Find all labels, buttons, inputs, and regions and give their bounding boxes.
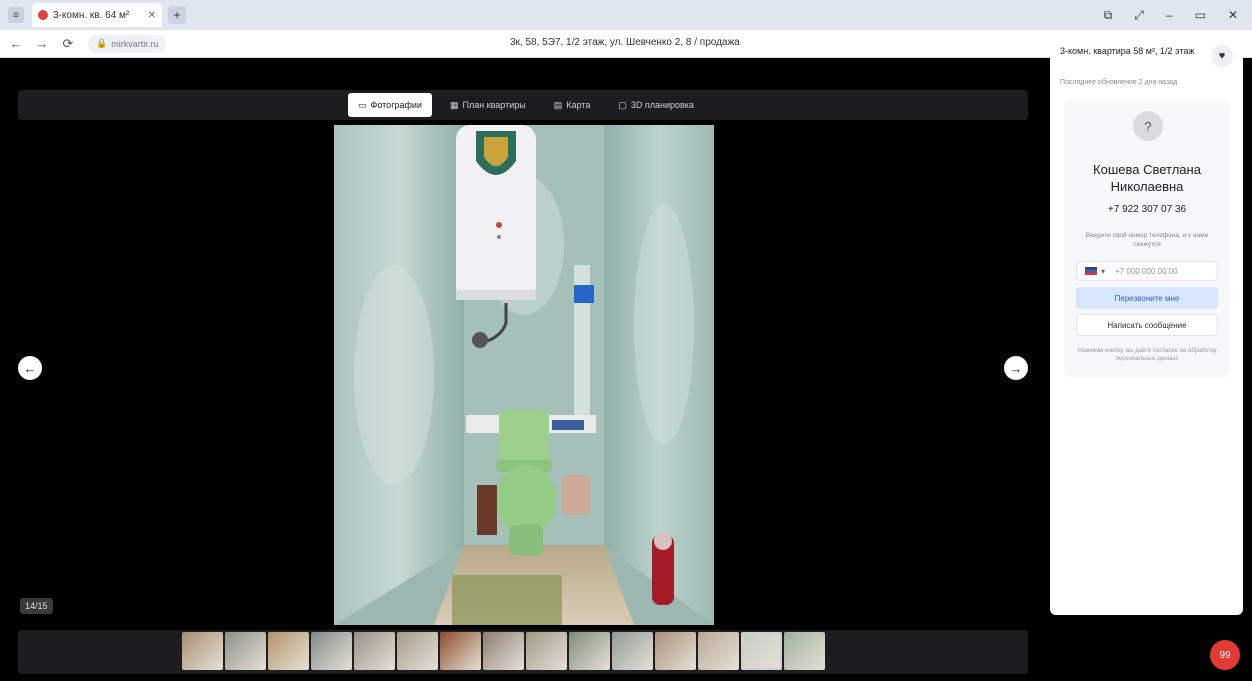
main-photo[interactable] (334, 125, 714, 625)
tab-close-icon[interactable]: ✕ (148, 10, 156, 21)
browser-menu-icon[interactable]: ≡ (8, 7, 24, 23)
thumbnail-image[interactable] (440, 632, 481, 670)
map-icon: ▤ (553, 99, 563, 110)
agent-avatar: ? (1133, 111, 1163, 141)
thumbnail-image[interactable] (268, 632, 309, 670)
chevron-down-icon[interactable]: ▾ (1101, 267, 1105, 276)
browser-tab[interactable]: 3-комн. кв. 64 м² ✕ (32, 3, 162, 27)
agent-name: Кошева Светлана Николаевна (1093, 162, 1201, 194)
thumbnail-image[interactable] (569, 632, 610, 670)
tab-map[interactable]: ▤ Карта (544, 93, 601, 117)
minimize-button[interactable]: – (1166, 8, 1173, 23)
close-window-button[interactable]: ✕ (1228, 8, 1238, 23)
listing-updated: Последнее обновление 2 дня назад (1060, 79, 1178, 86)
thumbnail-image[interactable] (612, 632, 653, 670)
favorite-heart-icon[interactable]: ♥ (1211, 45, 1233, 67)
thumbnail-strip (18, 630, 1028, 674)
agent-contact-card: ? Кошева Светлана Николаевна +7 922 307 … (1064, 101, 1230, 377)
tab-title: 3-комн. кв. 64 м² (53, 9, 130, 21)
thumbnail-image[interactable] (698, 632, 739, 670)
tab-floor-plan[interactable]: ▦ План квартиры (440, 93, 536, 117)
listing-side-panel: 3-комн. квартира 58 м², 1/2 этаж Последн… (1050, 31, 1243, 615)
site-label: mirkvartir.ru (111, 38, 159, 49)
callback-button[interactable]: Перезвоните мне (1076, 287, 1218, 309)
window-control-1[interactable]: ⧉ (1104, 8, 1113, 23)
back-icon[interactable]: ← (6, 36, 26, 51)
thumbnail-image[interactable] (741, 632, 782, 670)
thumbnail-image[interactable] (225, 632, 266, 670)
tab-photos[interactable]: ▭ Фотографии (348, 93, 432, 117)
plan-icon: ▦ (449, 99, 459, 110)
maximize-button[interactable]: ▭ (1195, 8, 1206, 23)
site-info[interactable]: 🔒 mirkvartir.ru (88, 34, 167, 53)
listing-title: 3-комн. квартира 58 м², 1/2 этаж (1060, 46, 1195, 56)
thumbnail-image[interactable] (311, 632, 352, 670)
country-flag-icon[interactable] (1085, 267, 1097, 275)
favicon-icon (38, 10, 48, 20)
tab-label: Фотографии (370, 100, 422, 110)
photo-counter: 14/15 (20, 598, 53, 614)
tab-label: 3D планировка (630, 100, 694, 110)
browser-tabbar: ≡ 3-комн. кв. 64 м² ✕ + ⧉ ⤢ – ▭ ✕ (0, 0, 1252, 30)
tab-label: План квартиры (462, 100, 526, 110)
tab-3d-plan[interactable]: ▢ 3D планировка (608, 93, 704, 117)
window-controls: ⧉ ⤢ – ▭ ✕ (1104, 8, 1238, 23)
thumbnail-image[interactable] (784, 632, 825, 670)
previous-photo-button[interactable]: ← (18, 356, 42, 380)
forward-icon[interactable]: → (32, 36, 52, 51)
thumbnail-image[interactable] (397, 632, 438, 670)
thumbnail-image[interactable] (354, 632, 395, 670)
window-control-2[interactable]: ⤢ (1134, 8, 1144, 23)
agent-phone[interactable]: +7 922 307 07 36 (1064, 204, 1230, 215)
thumbnail-list (182, 632, 825, 670)
callback-note: Введите свой номер телефона, и с вами св… (1085, 232, 1209, 248)
thumbnail-image[interactable] (483, 632, 524, 670)
new-tab-button[interactable]: + (168, 6, 186, 24)
legal-text: Нажимая кнопку, вы даёте согласие на обр… (1077, 348, 1217, 362)
phone-input[interactable]: +7 000 000 00 00 (1115, 267, 1178, 276)
next-photo-button[interactable]: → (1004, 356, 1028, 380)
bathroom-photo-illustration (334, 125, 714, 625)
write-message-button[interactable]: Написать сообщение (1076, 314, 1218, 336)
thumbnail-image[interactable] (655, 632, 696, 670)
url-text[interactable]: 3к, 58, 5Э7, 1/2 этаж, ул. Шевченко 2, 8… (510, 37, 740, 48)
phone-input-row[interactable]: ▾ +7 000 000 00 00 (1076, 261, 1218, 281)
cube-icon: ▢ (618, 99, 627, 110)
chat-bubble-icon[interactable]: 99 (1210, 640, 1240, 670)
thumbnail-image[interactable] (526, 632, 567, 670)
viewer-tabs-bar: ▭ Фотографии ▦ План квартиры ▤ Карта ▢ 3… (18, 90, 1028, 120)
lock-icon: 🔒 (96, 38, 108, 48)
photo-icon: ▭ (358, 99, 367, 110)
reload-icon[interactable]: ⟳ (58, 36, 78, 52)
thumbnail-image[interactable] (182, 632, 223, 670)
tab-label: Карта (566, 100, 591, 110)
